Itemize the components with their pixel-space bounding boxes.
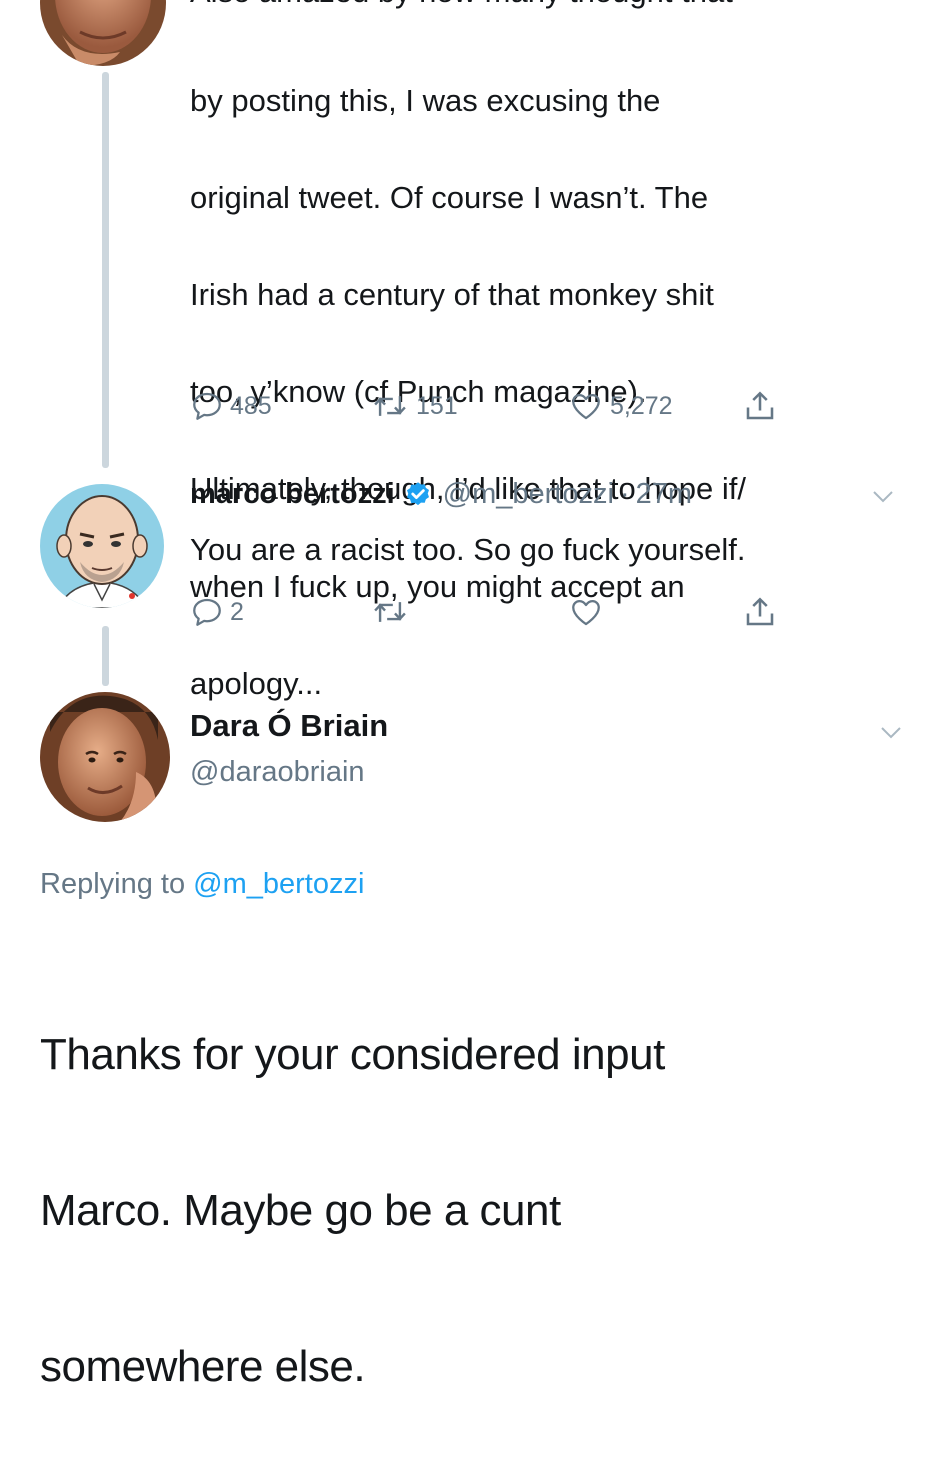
- avatar-marco[interactable]: [40, 484, 164, 608]
- tweet-text-line: Marco. Maybe go be a cunt: [40, 1186, 561, 1235]
- retweet-button[interactable]: [370, 592, 410, 632]
- share-button[interactable]: [742, 386, 778, 426]
- like-count: 5,272: [610, 391, 673, 420]
- reply-button[interactable]: 485: [190, 386, 272, 426]
- share-icon: [746, 391, 774, 420]
- tweet-header: marco bertozzi @m_bertozzi · 27m: [190, 478, 692, 511]
- tweet-actions: 485 151 5,272: [190, 386, 830, 426]
- like-button[interactable]: [568, 592, 604, 632]
- retweet-button[interactable]: 151: [370, 386, 458, 426]
- share-button[interactable]: [742, 592, 778, 632]
- reply-icon: [193, 392, 221, 420]
- replying-to-label: Replying to: [40, 868, 186, 900]
- tweet-text-line: somewhere else.: [40, 1342, 366, 1391]
- display-name[interactable]: Dara Ó Briain: [190, 708, 388, 744]
- reply-icon: [193, 598, 221, 626]
- chevron-down-icon[interactable]: [880, 726, 902, 740]
- tweet-text-line: Thanks for your considered input: [40, 1030, 665, 1079]
- display-name[interactable]: marco bertozzi: [190, 478, 395, 511]
- separator: ·: [619, 478, 630, 510]
- avatar[interactable]: [40, 0, 166, 66]
- chevron-down-icon[interactable]: [872, 490, 894, 504]
- share-icon: [746, 597, 774, 626]
- retweet-count: 151: [416, 391, 458, 420]
- tweet-text-line: original tweet. Of course I wasn’t. The: [190, 179, 709, 215]
- tweet-text-clipped-line: Also amazed by how many thought that: [190, 0, 733, 16]
- avatar-dara[interactable]: [40, 692, 170, 822]
- thread-connector-bottom: [102, 626, 109, 686]
- mention-link[interactable]: @m_bertozzi: [193, 868, 364, 900]
- reply-count: 2: [230, 597, 244, 626]
- replying-to: Replying to @m_bertozzi: [40, 868, 364, 901]
- tweet-text-line: Irish had a century of that monkey shit: [190, 276, 714, 312]
- tweet-actions: 2: [190, 592, 830, 632]
- like-icon: [572, 393, 600, 420]
- tweet-text: Thanks for your considered input Marco. …: [40, 938, 665, 1484]
- tweet-text-line: by posting this, I was excusing the: [190, 82, 661, 118]
- handle[interactable]: @daraobriain: [190, 756, 365, 789]
- retweet-icon: [374, 602, 406, 622]
- timestamp[interactable]: 27m: [636, 478, 692, 511]
- verified-badge-icon: [403, 480, 433, 510]
- reply-button[interactable]: 2: [190, 592, 244, 632]
- tweet-text: You are a racist too. So go fuck yoursel…: [190, 532, 746, 567]
- handle[interactable]: @m_bertozzi: [443, 478, 614, 511]
- reply-count: 485: [230, 391, 272, 420]
- like-button[interactable]: 5,272: [568, 386, 673, 426]
- like-icon: [572, 599, 600, 626]
- tweet-text-line: apology...: [190, 665, 323, 701]
- thread-connector-top: [102, 72, 109, 468]
- retweet-icon: [374, 396, 406, 416]
